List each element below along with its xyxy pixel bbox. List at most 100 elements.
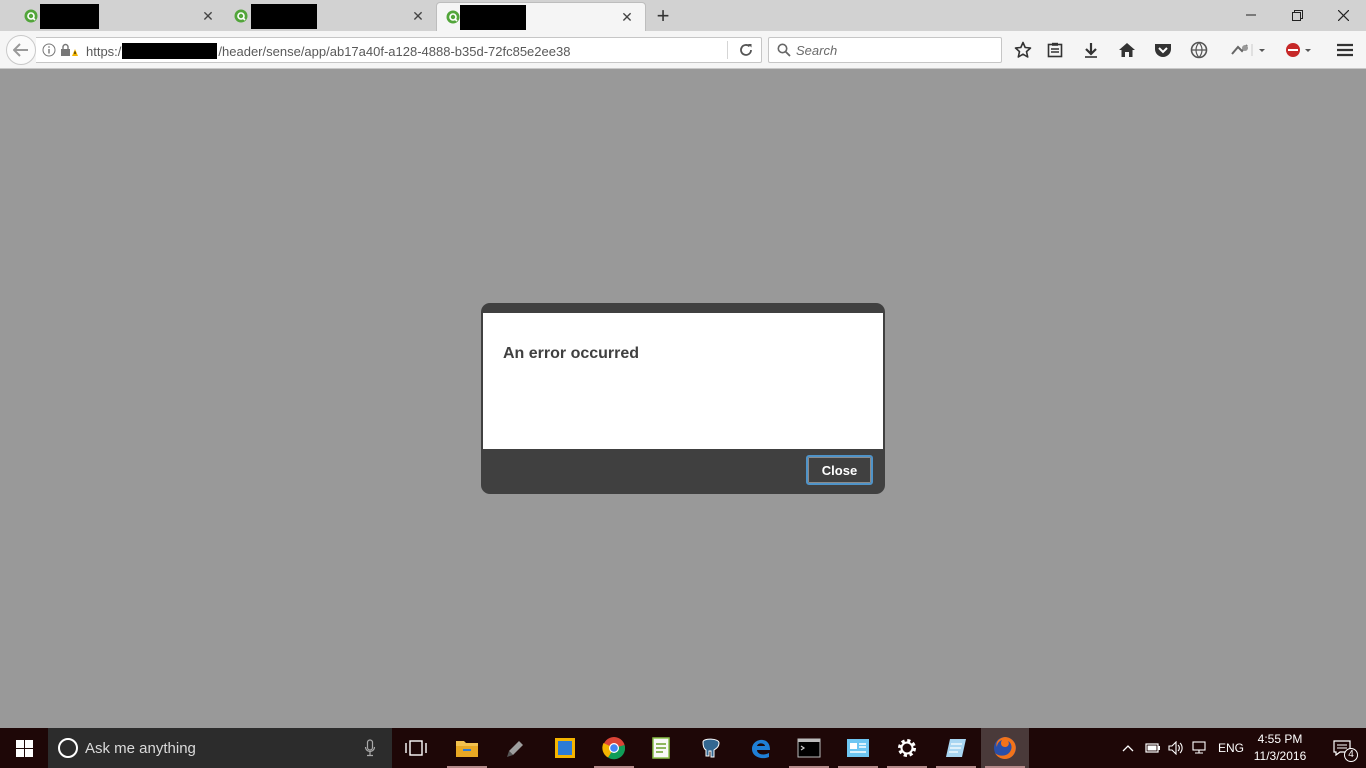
tab-strip: ✕ ✕ ✕ + [0,0,1366,31]
command-prompt-app[interactable] [785,728,833,768]
tab-title-redacted [460,5,526,30]
task-view-button[interactable] [392,728,440,768]
restore-button[interactable] [1274,0,1320,30]
menu-button[interactable] [1334,39,1356,61]
chrome-app[interactable] [590,728,638,768]
close-button[interactable]: Close [806,455,873,485]
pocket-button[interactable] [1152,39,1174,61]
clock-time: 4:55 PM [1257,732,1303,746]
start-button[interactable] [0,728,48,768]
app-window-icon [555,738,575,758]
minimize-button[interactable] [1228,0,1274,30]
notification-count-badge: 4 [1344,748,1358,762]
cortana-icon [58,738,78,758]
extension-button[interactable] [1188,39,1210,61]
action-center-button[interactable]: 4 [1318,728,1366,768]
clipboard-icon [1047,42,1063,58]
cortana-placeholder: Ask me anything [85,740,196,757]
windows-taskbar: Ask me anything ENG 4:55 PM 11/3/2016 4 [0,728,1366,768]
speaker-icon [1168,741,1183,755]
browser-tab-active[interactable]: ✕ [436,2,646,31]
chevron-up-icon [1122,745,1134,752]
url-path: /header/sense/app/ab17a40f-a128-4888-b35… [218,44,571,59]
file-explorer-app[interactable] [443,728,491,768]
notes-app[interactable] [932,728,980,768]
globe-icon [1190,41,1208,59]
reload-icon [740,44,752,56]
volume-tray-button[interactable] [1166,728,1186,768]
site-identity[interactable] [42,43,78,57]
hamburger-menu-icon [1337,43,1353,57]
microphone-icon[interactable] [364,739,376,757]
restore-icon [1291,9,1303,21]
url-prefix: https:/ [86,44,122,59]
search-icon [777,43,791,57]
notepad-plus-app[interactable] [638,728,686,768]
browser-tab[interactable]: ✕ [226,2,436,31]
edge-app[interactable] [737,728,785,768]
pocket-icon [1155,44,1171,57]
control-panel-app[interactable] [834,728,882,768]
home-icon [1119,43,1135,57]
addon-shield-icon [1286,43,1311,57]
postgres-app[interactable] [687,728,735,768]
url-host-redacted [122,43,218,59]
extension-dropdown-button[interactable] [1222,39,1274,61]
clock-date: 11/3/2016 [1253,749,1307,763]
home-button[interactable] [1116,39,1138,61]
edge-icon [752,739,770,759]
url-separator [727,41,728,59]
battery-plug-icon [1145,743,1160,753]
profile-dropdown-button[interactable] [1282,39,1316,61]
elephant-icon [702,738,720,758]
navigation-toolbar: https:/ /header/sense/app/ab17a40f-a128-4… [0,31,1366,69]
dialog-body: An error occurred [483,313,883,449]
browser-tab[interactable]: ✕ [0,2,226,31]
chevron-down-icon [1251,44,1265,56]
power-tray-button[interactable] [1142,728,1162,768]
windows-logo-icon [15,739,33,757]
firefox-app[interactable] [981,728,1029,768]
cortana-search-box[interactable]: Ask me anything [48,728,392,768]
minimize-icon [1246,14,1256,16]
close-window-button[interactable] [1320,0,1366,30]
network-icon [1192,741,1206,754]
reading-list-button[interactable] [1044,39,1066,61]
qlik-sense-icon [24,9,38,23]
terminal-icon [797,738,821,758]
qlik-sense-icon [234,9,248,23]
settings-app[interactable] [883,728,931,768]
dialog-title: An error occurred [503,345,640,362]
qlik-app[interactable] [541,728,589,768]
show-hidden-icons-button[interactable] [1118,728,1138,768]
download-arrow-icon [1085,43,1097,58]
extension-icon [1231,44,1248,55]
new-tab-button[interactable]: + [650,4,676,28]
search-input[interactable] [796,41,996,59]
search-bar[interactable] [768,37,1002,63]
network-tray-button[interactable] [1190,728,1210,768]
error-dialog: An error occurred Close [481,303,885,494]
close-tab-icon[interactable]: ✕ [200,8,216,24]
notepad-icon [652,737,670,759]
gear-icon [898,739,916,757]
info-icon [42,43,56,57]
pen-icon [507,741,523,757]
url-bar[interactable]: https:/ /header/sense/app/ab17a40f-a128-4… [36,37,762,63]
reload-button[interactable] [736,41,756,59]
qlik-sense-icon [446,10,460,24]
input-language-button[interactable]: ENG [1214,728,1248,768]
close-tab-icon[interactable]: ✕ [410,8,426,24]
pen-app[interactable] [492,728,540,768]
tab-title-redacted [251,4,317,29]
tab-title-redacted [40,4,99,29]
downloads-button[interactable] [1080,39,1102,61]
close-tab-icon[interactable]: ✕ [619,9,635,25]
firefox-icon [994,737,1016,759]
chrome-icon [602,737,626,760]
url-text[interactable]: https:/ /header/sense/app/ab17a40f-a128-4… [86,43,570,59]
bookmark-star-button[interactable] [1012,39,1034,61]
close-icon [1337,9,1349,21]
back-button[interactable] [6,35,36,65]
clock[interactable]: 4:55 PM 11/3/2016 [1252,731,1308,765]
